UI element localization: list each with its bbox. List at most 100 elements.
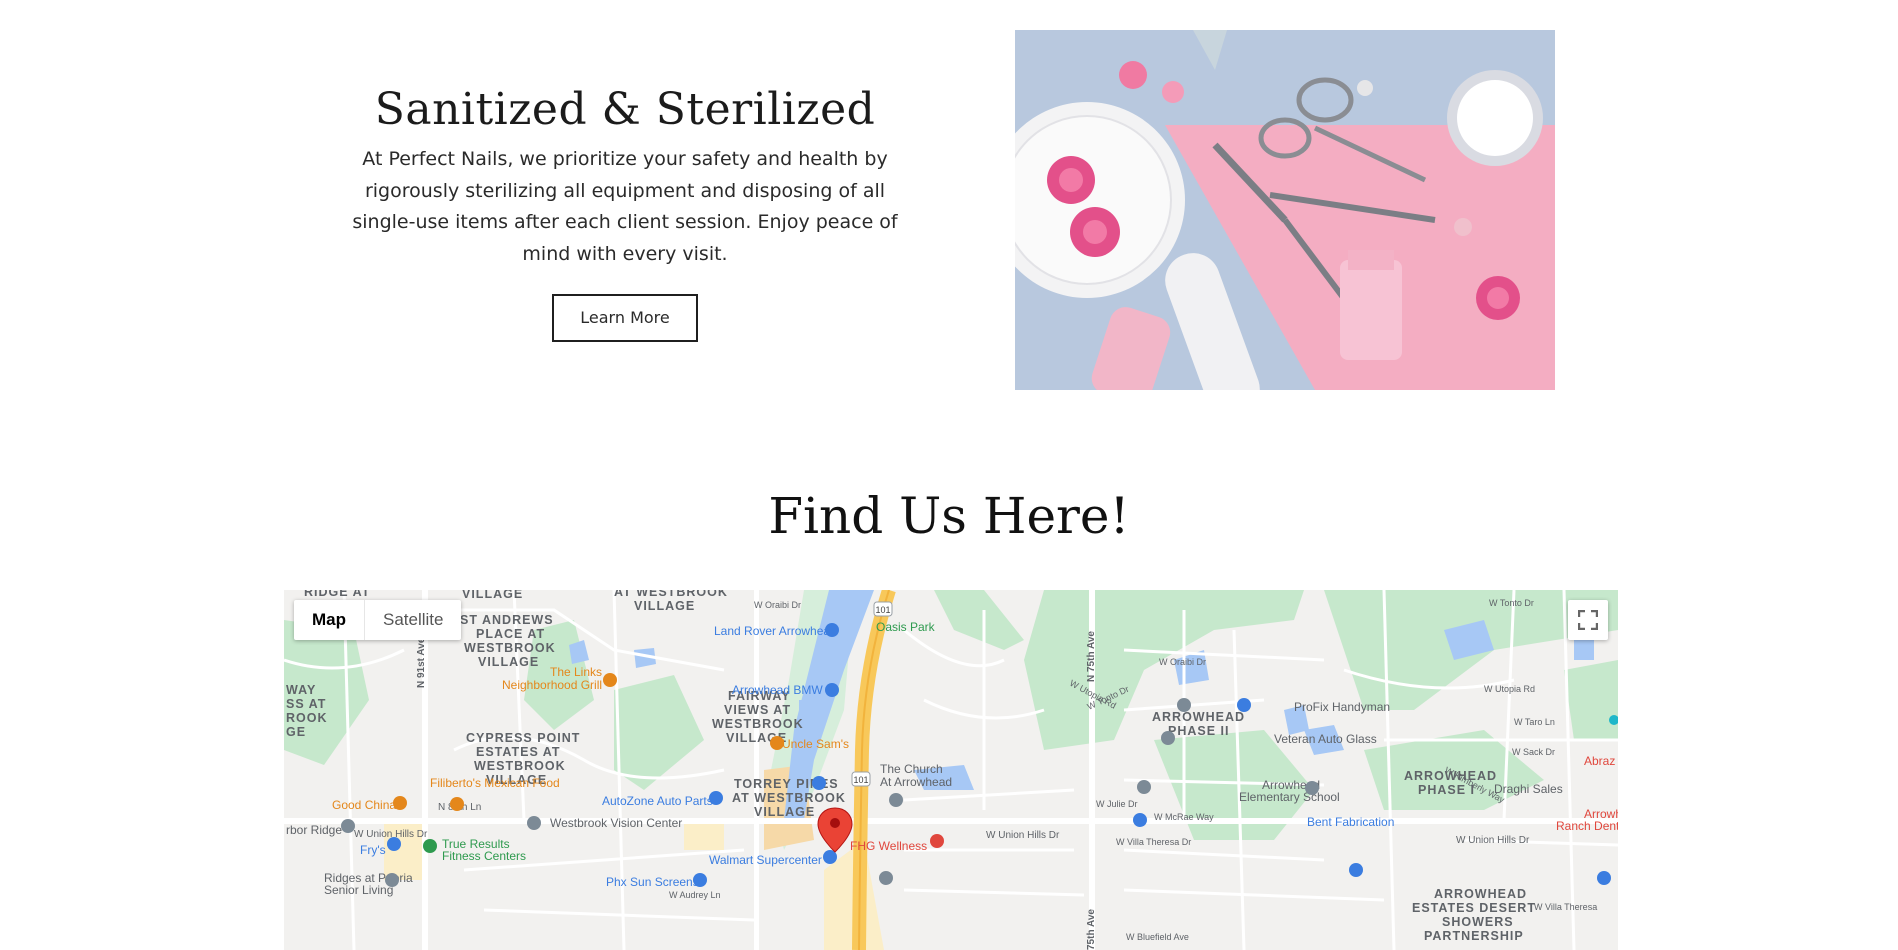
poi-profix[interactable]: ProFix Handyman xyxy=(1294,700,1390,714)
section-title: Sanitized & Sterilized xyxy=(374,84,876,135)
shopping-bag-icon[interactable] xyxy=(1237,698,1251,712)
street-union-hills-east: W Union Hills Dr xyxy=(986,830,1060,841)
shopping-bag-icon[interactable] xyxy=(693,873,707,887)
map-tab-map[interactable]: Map xyxy=(294,600,365,640)
street-n91: N 91st Ave xyxy=(416,637,427,688)
shopping-bag-icon[interactable] xyxy=(1349,863,1363,877)
poi-ridges-2[interactable]: Senior Living xyxy=(324,883,393,897)
street-tonto-2: W Tonto Dr xyxy=(1489,598,1534,608)
poi-walmart[interactable]: Walmart Supercenter xyxy=(709,853,822,867)
restaurant-icon[interactable] xyxy=(393,796,407,810)
shopping-bag-icon[interactable] xyxy=(1597,871,1611,885)
area-left-1: WAY xyxy=(286,683,316,697)
manicure-tools-photo xyxy=(1015,30,1555,390)
street-n75-south: N 75th Ave xyxy=(1086,909,1097,950)
map-tab-satellite[interactable]: Satellite xyxy=(365,600,461,640)
shopping-bag-icon[interactable] xyxy=(825,623,839,637)
area-at-westbrook-top-village: VILLAGE xyxy=(634,599,695,613)
fullscreen-icon xyxy=(1578,610,1598,630)
street-oraibi-2: W Oraibi Dr xyxy=(1159,657,1206,667)
poi-fhg-wellness[interactable]: FHG Wellness xyxy=(850,839,927,853)
fullscreen-button[interactable] xyxy=(1568,600,1608,640)
area-arrowhead-phase2-2: PHASE II xyxy=(1168,724,1230,738)
poi-church-2[interactable]: At Arrowhead xyxy=(880,775,952,789)
street-n75: N 75th Ave xyxy=(1086,631,1097,682)
restaurant-icon[interactable] xyxy=(450,797,464,811)
area-fairway-3: WESTBROOK xyxy=(712,717,804,731)
poi-phx-sun[interactable]: Phx Sun Screens xyxy=(606,875,699,889)
shopping-bag-icon[interactable] xyxy=(825,683,839,697)
area-desert-3: SHOWERS xyxy=(1442,915,1514,929)
location-icon[interactable] xyxy=(527,816,541,830)
section-description: At Perfect Nails, we prioritize your saf… xyxy=(352,148,898,265)
poi-frys[interactable]: Fry's xyxy=(360,843,386,857)
hospital-icon[interactable] xyxy=(930,834,944,848)
poi-links-1[interactable]: The Links xyxy=(550,665,602,679)
street-union-hills-far: W Union Hills Dr xyxy=(1456,835,1530,846)
school-icon[interactable] xyxy=(1137,780,1151,794)
street-oraibi: W Oraibi Dr xyxy=(754,600,801,610)
poi-arrowhead-ranch-2[interactable]: Ranch Dent xyxy=(1556,819,1618,833)
find-us-title: Find Us Here! xyxy=(768,487,1130,545)
location-icon[interactable] xyxy=(879,871,893,885)
poi-oasis-park[interactable]: Oasis Park xyxy=(876,620,936,634)
shopping-bag-icon[interactable] xyxy=(812,776,826,790)
area-left-4: GE xyxy=(286,725,306,739)
street-utopia-2: W Utopia Rd xyxy=(1484,684,1535,694)
area-cypress-1: CYPRESS POINT xyxy=(466,731,580,745)
poi-land-rover[interactable]: Land Rover Arrowhead xyxy=(714,624,837,638)
learn-more-button[interactable]: Learn More xyxy=(552,294,698,342)
poi-filibertos[interactable]: Filiberto's Mexican Food xyxy=(430,776,560,790)
poi-church-1[interactable]: The Church xyxy=(880,762,943,776)
restaurant-icon[interactable] xyxy=(603,673,617,687)
area-left-2: SS AT xyxy=(286,697,326,711)
street-mcrae: W McRae Way xyxy=(1154,812,1214,822)
church-icon[interactable] xyxy=(889,793,903,807)
poi-westbrook-vision[interactable]: Westbrook Vision Center xyxy=(550,816,682,830)
area-st-andrews-4: VILLAGE xyxy=(478,655,539,669)
location-icon[interactable] xyxy=(1161,731,1175,745)
street-audrey: W Audrey Ln xyxy=(669,890,721,900)
location-icon[interactable] xyxy=(1305,781,1319,795)
area-torrey-3: VILLAGE xyxy=(754,805,815,819)
street-sack: W Sack Dr xyxy=(1512,747,1555,757)
area-left-3: ROOK xyxy=(286,711,328,725)
area-village-top: VILLAGE xyxy=(462,590,523,601)
area-desert-1: ARROWHEAD xyxy=(1434,887,1527,901)
area-torrey-2: AT WESTBROOK xyxy=(732,791,846,805)
area-arrowhead-phase2-1: ARROWHEAD xyxy=(1152,710,1245,724)
area-desert-4: PARTNERSHIP xyxy=(1424,929,1524,943)
poi-arrowhead-bmw[interactable]: Arrowhead BMW xyxy=(732,683,823,697)
poi-uncle-sams[interactable]: Uncle Sam's xyxy=(782,737,849,751)
poi-arbor-ridge[interactable]: rbor Ridge xyxy=(286,823,342,837)
poi-autozone[interactable]: AutoZone Auto Parts xyxy=(602,794,713,808)
location-icon[interactable] xyxy=(341,819,355,833)
area-st-andrews-2: PLACE AT xyxy=(476,627,545,641)
restaurant-icon[interactable] xyxy=(770,736,784,750)
street-taro: W Taro Ln xyxy=(1514,717,1555,727)
shopping-bag-icon[interactable] xyxy=(1133,813,1147,827)
area-ridge-at: RIDGE AT xyxy=(304,590,370,599)
shopping-bag-icon[interactable] xyxy=(709,791,723,805)
sanitized-section: Sanitized & Sterilized At Perfect Nails,… xyxy=(340,80,910,342)
area-desert-2: ESTATES DESERT xyxy=(1412,901,1536,915)
area-fairway-2: VIEWS AT xyxy=(724,703,791,717)
location-icon[interactable] xyxy=(1177,698,1191,712)
poi-abraz[interactable]: Abraz xyxy=(1584,754,1615,768)
street-julie: W Julie Dr xyxy=(1096,799,1138,809)
poi-good-china[interactable]: Good China xyxy=(332,798,396,812)
highway-101-shield-north: 101 xyxy=(875,605,890,615)
poi-true-results-2[interactable]: Fitness Centers xyxy=(442,849,526,863)
cart-icon[interactable] xyxy=(387,837,401,851)
fitness-icon[interactable] xyxy=(423,839,437,853)
highway-101-shield-south: 101 xyxy=(853,775,868,785)
area-at-westbrook-top: AT WESTBROOK xyxy=(614,590,728,599)
poi-draghi[interactable]: Draghi Sales xyxy=(1494,782,1563,796)
poi-links-2[interactable]: Neighborhood Grill xyxy=(502,678,602,692)
location-icon[interactable] xyxy=(385,873,399,887)
poi-bent-fabrication[interactable]: Bent Fabrication xyxy=(1307,815,1394,829)
google-map[interactable]: 101 101 RIDGE AT VILLAGE AT WESTBROOK VI… xyxy=(284,590,1618,950)
poi-arrowhead-school-2[interactable]: Elementary School xyxy=(1239,790,1340,804)
poi-veteran[interactable]: Veteran Auto Glass xyxy=(1274,732,1377,746)
street-villa-theresa: W Villa Theresa Dr xyxy=(1116,837,1191,847)
